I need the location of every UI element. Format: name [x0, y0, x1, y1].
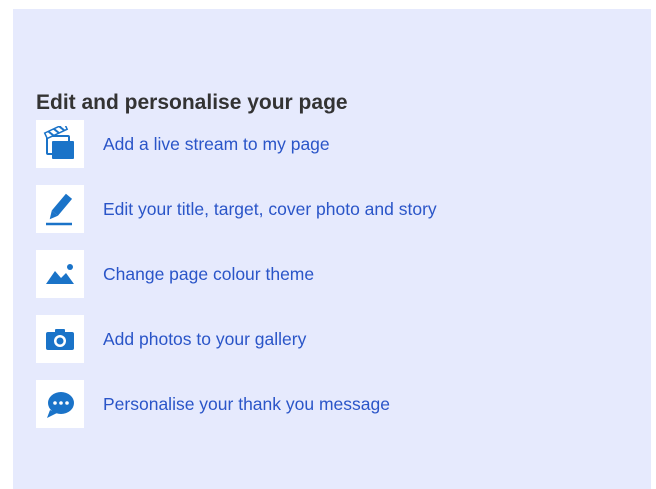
- speech-bubble-icon: [36, 380, 84, 428]
- change-colour-theme-link[interactable]: Change page colour theme: [36, 250, 596, 298]
- add-gallery-photos-label: Add photos to your gallery: [103, 328, 307, 349]
- change-colour-theme-label: Change page colour theme: [103, 263, 315, 284]
- personalise-thank-you-link[interactable]: Personalise your thank you message: [36, 380, 596, 428]
- clapperboard-icon: [36, 120, 84, 168]
- section-title: Edit and personalise your page: [36, 91, 348, 114]
- edit-title-story-link[interactable]: Edit your title, target, cover photo and…: [36, 185, 596, 233]
- edit-personalise-panel: Edit and personalise your page Add a liv…: [13, 9, 651, 489]
- add-live-stream-link[interactable]: Add a live stream to my page: [36, 120, 596, 168]
- edit-title-story-label: Edit your title, target, cover photo and…: [103, 198, 437, 219]
- pencil-icon: [36, 185, 84, 233]
- landscape-image-icon: [36, 250, 84, 298]
- camera-icon: [36, 315, 84, 363]
- add-live-stream-label: Add a live stream to my page: [103, 133, 330, 154]
- add-gallery-photos-link[interactable]: Add photos to your gallery: [36, 315, 596, 363]
- personalise-thank-you-label: Personalise your thank you message: [103, 393, 390, 414]
